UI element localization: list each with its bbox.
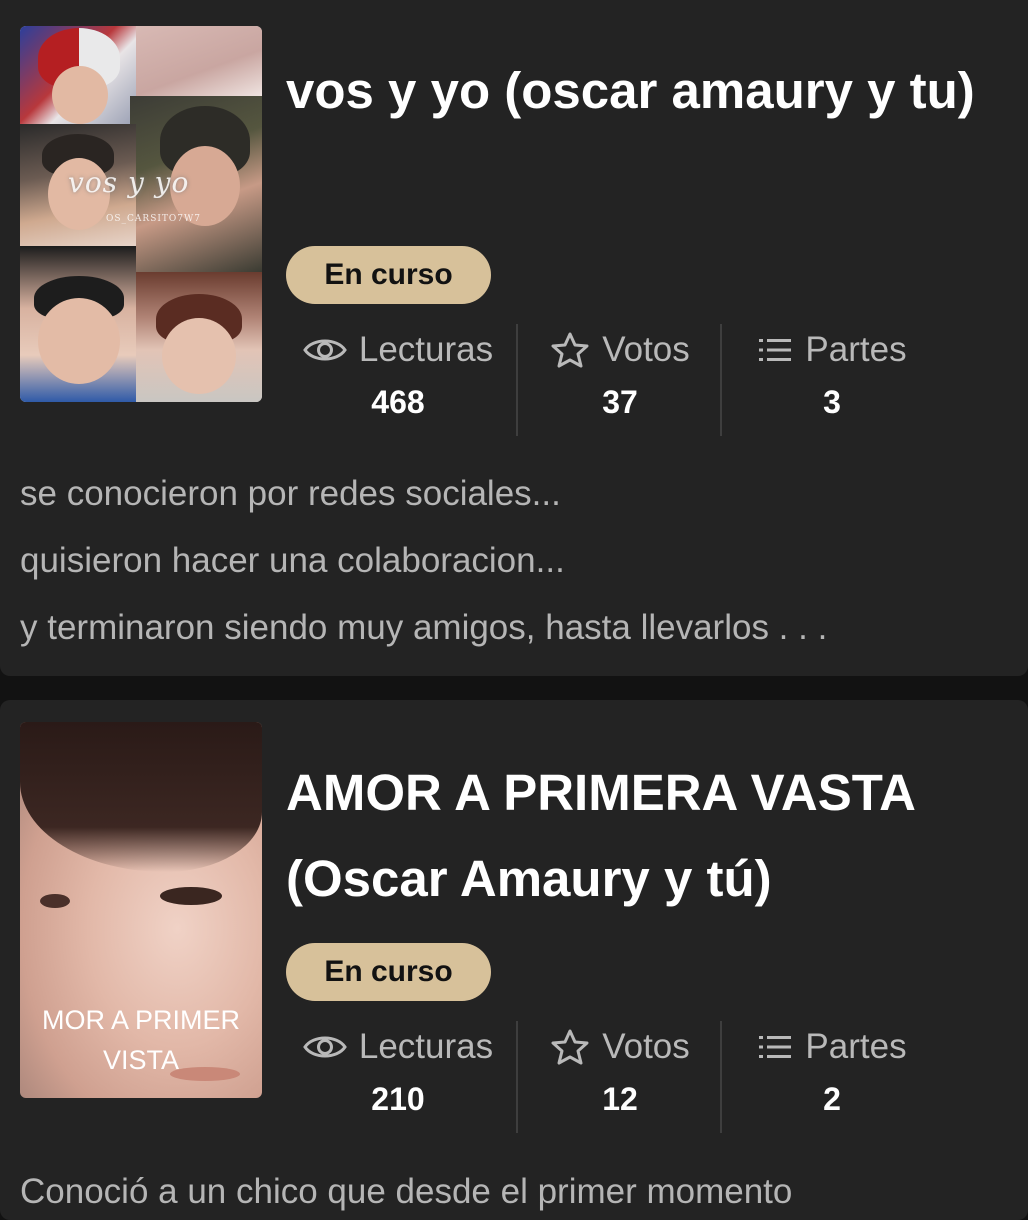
story-cover[interactable]: vos y yo OS_CARSITO7W7 (20, 26, 262, 402)
description-line: se conocieron por redes sociales... (20, 474, 561, 513)
cover-title-text: vos y yo (68, 166, 190, 199)
story-card[interactable]: MOR A PRIMER VISTA AMOR A PRIMERA VASTA … (0, 700, 1028, 1220)
stat-label: Lecturas (358, 330, 494, 369)
stat-value: 468 (371, 384, 425, 420)
cover-photo (20, 26, 136, 124)
stat-label: Lecturas (358, 1027, 494, 1066)
stat-label: Partes (805, 1027, 907, 1066)
cover-photo-detail (160, 887, 222, 905)
cover-photo (20, 722, 262, 872)
stat-votes: Votos 37 (516, 324, 722, 436)
stat-value: 3 (823, 384, 841, 420)
story-cover[interactable]: MOR A PRIMER VISTA (20, 722, 262, 1098)
story-card[interactable]: vos y yo OS_CARSITO7W7 vos y yo (oscar a… (0, 0, 1028, 676)
story-title[interactable]: vos y yo (oscar amaury y tu) (286, 48, 1016, 134)
cover-photo (20, 246, 136, 402)
story-description: Conoció a un chico que desde el primer m… (20, 1158, 1028, 1220)
cover-title-text: MOR A PRIMER VISTA (20, 1000, 262, 1080)
stat-votes: Votos 12 (516, 1021, 722, 1133)
status-badge: En curso (286, 943, 491, 1001)
story-stats: Lecturas 468 Votos 37 Partes 3 (280, 324, 960, 436)
status-badge: En curso (286, 246, 491, 304)
stat-reads: Lecturas 210 (280, 1021, 516, 1133)
cover-handle-text: OS_CARSITO7W7 (106, 214, 202, 224)
cover-caption-line: VISTA (102, 1045, 180, 1075)
story-title[interactable]: AMOR A PRIMERA VASTA (Oscar Amaury y tú) (286, 750, 1016, 922)
list-icon (759, 339, 792, 361)
description-line: Conoció a un chico que desde el primer m… (20, 1172, 793, 1211)
stat-reads: Lecturas 468 (280, 324, 516, 436)
star-icon (551, 1029, 589, 1065)
description-line: quisieron hacer una colaboracion... (20, 541, 565, 580)
story-description: se conocieron por redes sociales... quis… (20, 460, 1028, 661)
story-stats: Lecturas 210 Votos 12 Partes 2 (280, 1021, 960, 1133)
stat-label: Votos (602, 1027, 690, 1066)
cover-photo-detail (40, 894, 70, 908)
cover-caption-line: MOR A PRIMER (41, 1005, 241, 1035)
description-line: y terminaron siendo muy amigos, hasta ll… (20, 608, 828, 647)
eye-icon (303, 1036, 347, 1058)
stat-value: 12 (602, 1081, 638, 1117)
stat-value: 2 (823, 1081, 841, 1117)
stat-label: Votos (602, 330, 690, 369)
list-icon (759, 1036, 792, 1058)
stat-label: Partes (805, 330, 907, 369)
cover-photo (136, 272, 262, 402)
cover-photo (136, 26, 262, 96)
star-icon (551, 332, 589, 368)
stat-value: 210 (371, 1081, 425, 1117)
stat-value: 37 (602, 384, 638, 420)
stat-parts: Partes 2 (720, 1021, 942, 1133)
stat-parts: Partes 3 (720, 324, 942, 436)
eye-icon (303, 339, 347, 361)
